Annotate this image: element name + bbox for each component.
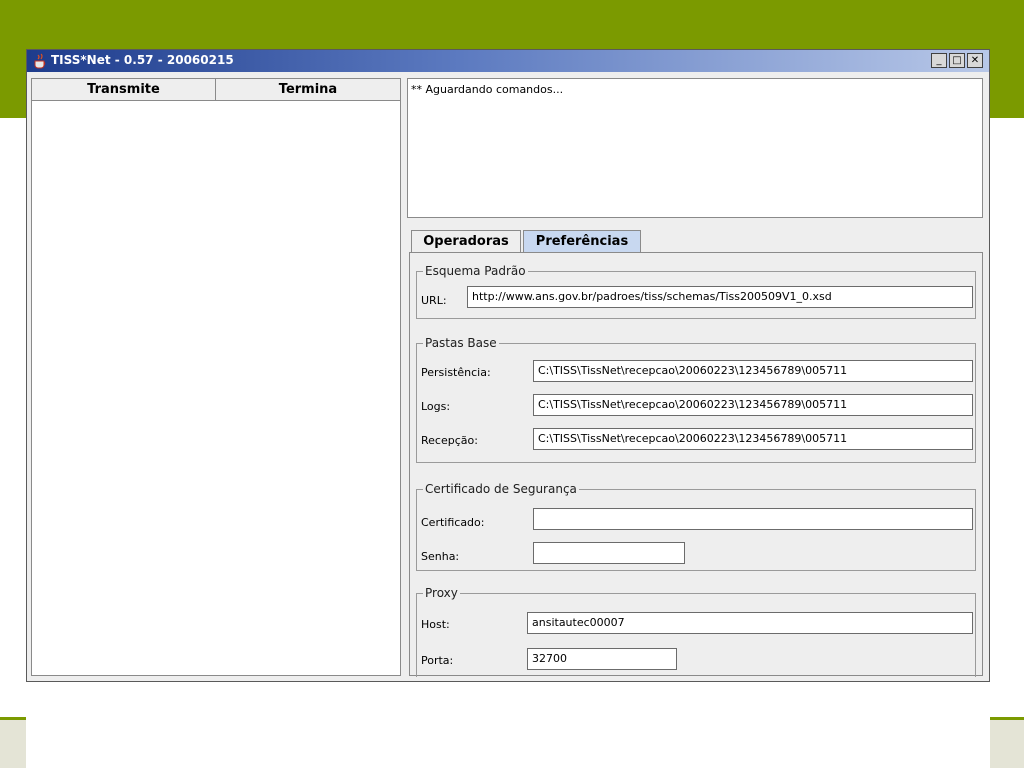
- close-button[interactable]: ✕: [967, 53, 983, 68]
- host-field[interactable]: ansitautec00007: [527, 612, 973, 634]
- porta-field[interactable]: 32700: [527, 648, 677, 670]
- proxy-group: Proxy Host: ansitautec00007 Porta: 32700: [416, 586, 976, 677]
- transmission-table[interactable]: Transmite Termina: [31, 78, 401, 676]
- preferences-panel: Esquema Padrão URL: http://www.ans.gov.b…: [409, 252, 983, 677]
- url-field[interactable]: http://www.ans.gov.br/padroes/tiss/schem…: [467, 286, 973, 308]
- url-label: URL:: [421, 294, 447, 307]
- pastas-group: Pastas Base Persistência: C:\TISS\TissNe…: [416, 336, 976, 463]
- tab-preferencias[interactable]: Preferências: [523, 230, 641, 253]
- minimize-button[interactable]: _: [931, 53, 947, 68]
- senha-field[interactable]: [533, 542, 685, 564]
- column-header-termina[interactable]: Termina: [216, 79, 400, 101]
- logs-label: Logs:: [421, 400, 451, 413]
- window-title: TISS*Net - 0.57 - 20060215: [51, 53, 234, 67]
- recepcao-field[interactable]: C:\TISS\TissNet\recepcao\20060223\123456…: [533, 428, 973, 450]
- app-window: TISS*Net - 0.57 - 20060215 _ □ ✕ Transmi…: [26, 49, 990, 682]
- logs-field[interactable]: C:\TISS\TissNet\recepcao\20060223\123456…: [533, 394, 973, 416]
- certificado-legend: Certificado de Segurança: [423, 482, 579, 496]
- senha-label: Senha:: [421, 550, 460, 563]
- recepcao-label: Recepção:: [421, 434, 478, 447]
- host-label: Host:: [421, 618, 450, 631]
- persistencia-label: Persistência:: [421, 366, 491, 379]
- esquema-group: Esquema Padrão URL: http://www.ans.gov.b…: [416, 264, 976, 319]
- slide-bottom-bar-right: [990, 720, 1024, 768]
- proxy-legend: Proxy: [423, 586, 460, 600]
- persistencia-field[interactable]: C:\TISS\TissNet\recepcao\20060223\123456…: [533, 360, 973, 382]
- log-output[interactable]: ** Aguardando comandos...: [407, 78, 983, 218]
- porta-label: Porta:: [421, 654, 454, 667]
- tab-operadoras[interactable]: Operadoras: [411, 230, 521, 253]
- pastas-legend: Pastas Base: [423, 336, 499, 350]
- certificado-group: Certificado de Segurança Certificado: Se…: [416, 482, 976, 571]
- java-cup-icon: [34, 53, 46, 69]
- certificado-field[interactable]: [533, 508, 973, 530]
- maximize-button[interactable]: □: [949, 53, 965, 68]
- esquema-legend: Esquema Padrão: [423, 264, 528, 278]
- slide-bottom-bar-left: [0, 720, 26, 768]
- window-titlebar[interactable]: TISS*Net - 0.57 - 20060215 _ □ ✕: [27, 50, 989, 72]
- column-header-transmite[interactable]: Transmite: [32, 79, 216, 101]
- certificado-label: Certificado:: [421, 516, 485, 529]
